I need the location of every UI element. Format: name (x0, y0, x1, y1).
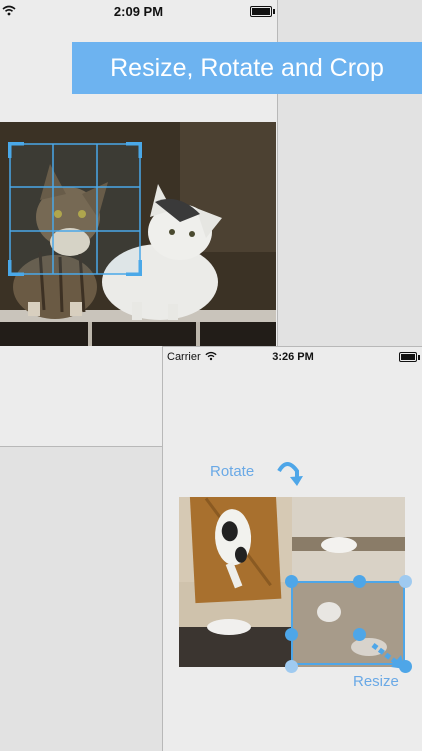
crop-grid[interactable] (8, 142, 142, 276)
banner: Resize, Rotate and Crop (72, 42, 422, 94)
status-bar: 2:09 PM (0, 0, 277, 22)
resize-label: Resize (353, 673, 399, 690)
cat-photo (0, 122, 276, 346)
rotate-label: Rotate (210, 463, 255, 480)
status-time: 3:26 PM (272, 351, 314, 363)
status-time: 2:09 PM (113, 4, 164, 19)
resize-handle[interactable] (285, 628, 298, 641)
resize-handle[interactable] (285, 575, 298, 588)
resize-handle[interactable] (399, 575, 412, 588)
rotate-arrow-icon[interactable] (275, 459, 303, 494)
resize-handle[interactable] (353, 575, 366, 588)
battery-icon (250, 6, 275, 17)
resize-handle[interactable] (285, 660, 298, 673)
battery-icon (399, 352, 420, 362)
resize-arrow-icon (371, 643, 407, 676)
bottom-phone-screen: Carrier 3:26 PM Rotate Resize (162, 346, 422, 751)
status-bar: Carrier 3:26 PM (163, 347, 422, 367)
resize-handle[interactable] (353, 628, 366, 641)
